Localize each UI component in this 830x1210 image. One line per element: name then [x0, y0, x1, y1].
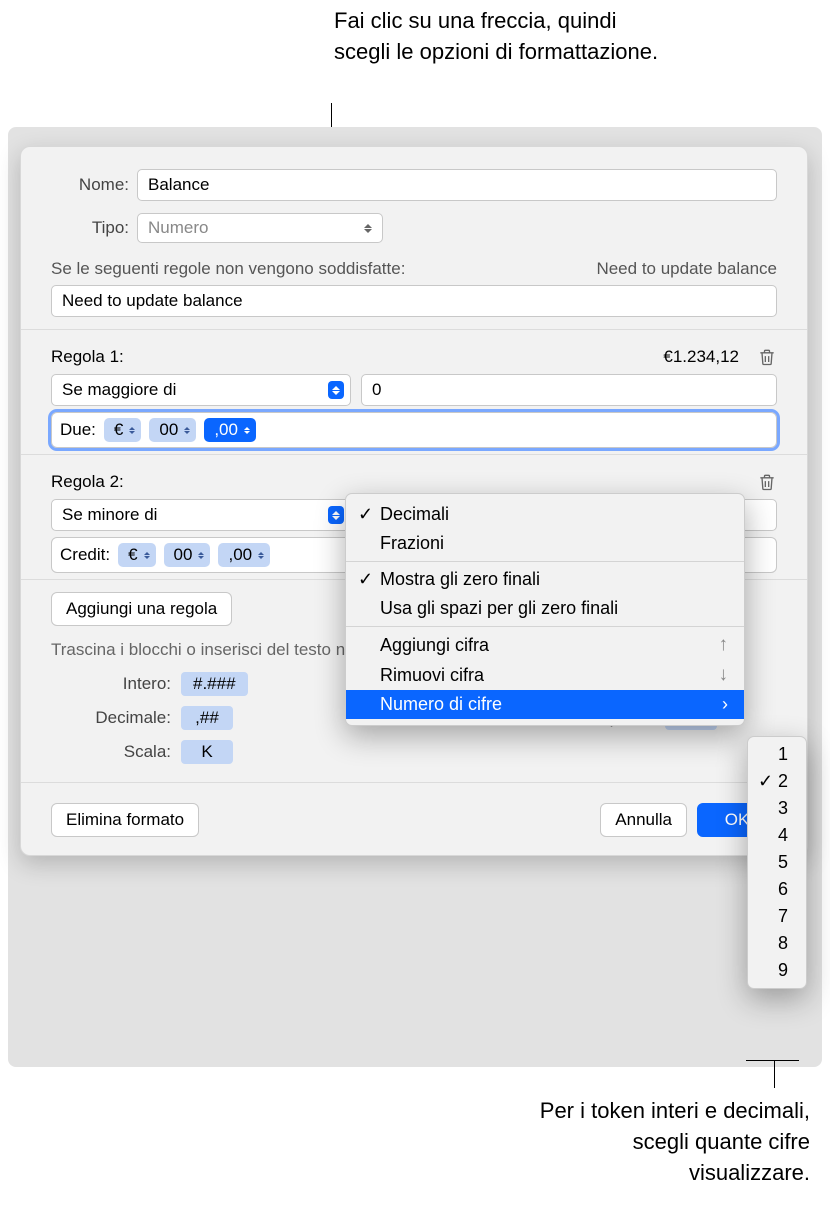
menu-item-numero-di-cifre[interactable]: Numero di cifre›	[346, 690, 744, 719]
type-select-value: Numero	[148, 218, 208, 238]
chevron-updown-icon	[328, 506, 344, 524]
condition-preview: Need to update balance	[596, 259, 777, 279]
menu-item-aggiungi-cifra[interactable]: Aggiungi cifra↑	[346, 630, 744, 660]
rule2-prefix: Credit:	[60, 545, 110, 565]
submenu-item-9[interactable]: 9	[748, 957, 806, 984]
decimal-chip[interactable]: ,00	[218, 543, 270, 567]
type-select[interactable]: Numero	[137, 213, 383, 243]
decimale-label: Decimale:	[81, 708, 171, 728]
integer-chip[interactable]: 00	[164, 543, 211, 567]
submenu-item-1[interactable]: 1	[748, 741, 806, 768]
menu-item-rimuovi-cifra[interactable]: Rimuovi cifra↓	[346, 660, 744, 690]
chevron-updown-icon	[258, 552, 264, 559]
chevron-updown-icon	[129, 427, 135, 434]
intero-chip[interactable]: #.###	[181, 672, 248, 696]
digit-count-submenu[interactable]: 1✓23456789	[747, 736, 807, 989]
submenu-item-8[interactable]: 8	[748, 930, 806, 957]
rule1-condition-value: Se maggiore di	[62, 380, 176, 400]
submenu-item-4[interactable]: 4	[748, 822, 806, 849]
type-label: Tipo:	[51, 218, 129, 238]
rule2-condition-value: Se minore di	[62, 505, 157, 525]
submenu-item-6[interactable]: 6	[748, 876, 806, 903]
decimale-chip[interactable]: ,##	[181, 706, 233, 730]
arrow-down-icon: ↓	[699, 664, 729, 686]
rule1-prefix: Due:	[60, 420, 96, 440]
decimal-options-menu[interactable]: ✓Decimali Frazioni ✓Mostra gli zero fina…	[345, 493, 745, 726]
add-rule-button[interactable]: Aggiungi una regola	[51, 592, 232, 626]
rule2-condition-select[interactable]: Se minore di	[51, 499, 351, 531]
rule1-threshold-input[interactable]	[361, 374, 777, 406]
delete-format-button[interactable]: Elimina formato	[51, 803, 199, 837]
menu-item-usa-spazi[interactable]: Usa gli spazi per gli zero finali	[346, 594, 744, 623]
chevron-updown-icon	[184, 427, 190, 434]
chevron-updown-icon	[198, 552, 204, 559]
condition-input[interactable]	[51, 285, 777, 317]
arrow-up-icon: ↑	[699, 634, 729, 656]
rule1-condition-select[interactable]: Se maggiore di	[51, 374, 351, 406]
submenu-item-5[interactable]: 5	[748, 849, 806, 876]
name-input[interactable]	[137, 169, 777, 201]
menu-item-frazioni[interactable]: Frazioni	[346, 529, 744, 558]
trash-icon[interactable]	[757, 346, 777, 368]
currency-chip[interactable]: €	[118, 543, 155, 567]
submenu-item-7[interactable]: 7	[748, 903, 806, 930]
callout-top: Fai clic su una freccia, quindi scegli l…	[334, 6, 664, 68]
chevron-updown-icon	[244, 427, 250, 434]
scala-label: Scala:	[81, 742, 171, 762]
menu-item-mostra-zero[interactable]: ✓Mostra gli zero finali	[346, 565, 744, 594]
scala-chip[interactable]: K	[181, 740, 233, 764]
trash-icon[interactable]	[757, 471, 777, 493]
callout-bottom: Per i token interi e decimali, scegli qu…	[530, 1096, 810, 1188]
rule1-example: €1.234,12	[663, 347, 739, 367]
condition-label: Se le seguenti regole non vengono soddis…	[51, 259, 405, 279]
integer-chip[interactable]: 00	[149, 418, 196, 442]
chevron-updown-icon	[328, 381, 344, 399]
chevron-updown-icon	[360, 219, 376, 237]
rule1-title: Regola 1:	[51, 347, 124, 367]
submenu-item-3[interactable]: 3	[748, 795, 806, 822]
chevron-right-icon: ›	[692, 694, 728, 715]
submenu-item-2[interactable]: ✓2	[748, 768, 806, 795]
chevron-updown-icon	[144, 552, 150, 559]
rule2-title: Regola 2:	[51, 472, 124, 492]
name-label: Nome:	[51, 175, 129, 195]
intero-label: Intero:	[81, 674, 171, 694]
currency-chip[interactable]: €	[104, 418, 141, 442]
cancel-button[interactable]: Annulla	[600, 803, 687, 837]
decimal-chip[interactable]: ,00	[204, 418, 256, 442]
rule1-format-field[interactable]: Due: € 00 ,00	[51, 412, 777, 448]
menu-item-decimali[interactable]: ✓Decimali	[346, 500, 744, 529]
